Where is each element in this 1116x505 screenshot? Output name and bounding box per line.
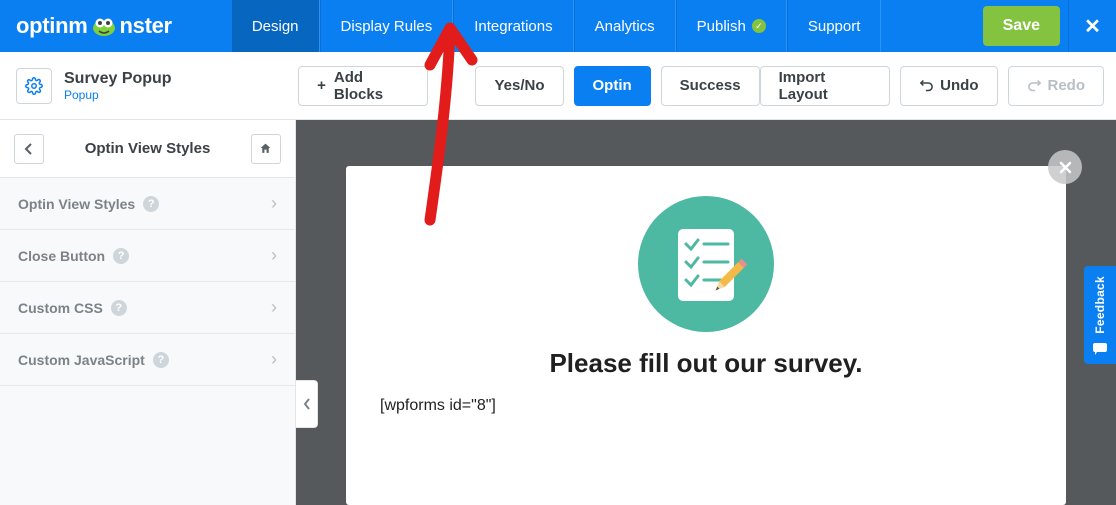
plus-icon: + [317, 77, 326, 94]
toolbar: Survey Popup Popup + Add Blocks Yes/No O… [0, 52, 1116, 120]
popup-preview[interactable]: Please fill out our survey. [wpforms id=… [346, 166, 1066, 505]
home-icon [259, 142, 272, 155]
view-optin-button[interactable]: Optin [574, 66, 651, 106]
check-icon: ✓ [752, 19, 766, 33]
preview-canvas: Please fill out our survey. [wpforms id=… [296, 120, 1116, 505]
chevron-right-icon: › [271, 349, 277, 370]
sidebar-item-label: Optin View Styles ? [18, 196, 159, 212]
view-success-button[interactable]: Success [661, 66, 760, 106]
save-button[interactable]: Save [983, 6, 1060, 46]
tab-analytics[interactable]: Analytics [574, 0, 676, 52]
tab-integrations[interactable]: Integrations [453, 0, 573, 52]
survey-checklist-icon [636, 194, 776, 334]
chevron-right-icon: › [271, 297, 277, 318]
top-right-actions: Save ✕ [975, 0, 1116, 52]
undo-button[interactable]: Undo [900, 66, 997, 106]
sidebar-back-button[interactable] [14, 134, 44, 164]
close-builder-button[interactable]: ✕ [1068, 0, 1116, 52]
logo-text-2: nster [120, 13, 172, 39]
redo-button[interactable]: Redo [1008, 66, 1105, 106]
campaign-title: Survey Popup [64, 69, 172, 88]
tab-support[interactable]: Support [787, 0, 882, 52]
sidebar-item-close-button[interactable]: Close Button ? › [0, 230, 295, 282]
main-area: Optin View Styles Optin View Styles ? › … [0, 120, 1116, 505]
gear-icon [25, 77, 43, 95]
logo: optinm nster [16, 13, 172, 39]
chevron-right-icon: › [271, 245, 277, 266]
top-navigation: optinm nster Design Display Rules Integr… [0, 0, 1116, 52]
sidebar-item-optin-view-styles[interactable]: Optin View Styles ? › [0, 178, 295, 230]
sidebar-item-label: Custom JavaScript ? [18, 352, 169, 368]
monster-icon [90, 15, 118, 37]
chevron-left-icon [24, 143, 34, 155]
sidebar-item-label: Close Button ? [18, 248, 129, 264]
chevron-left-icon [303, 398, 311, 410]
sidebar-item-label: Custom CSS ? [18, 300, 127, 316]
popup-close-button[interactable] [1048, 150, 1082, 184]
campaign-title-block: Survey Popup Popup [16, 68, 290, 104]
close-icon [1058, 160, 1073, 175]
settings-sidebar: Optin View Styles Optin View Styles ? › … [0, 120, 296, 505]
sidebar-item-custom-css[interactable]: Custom CSS ? › [0, 282, 295, 334]
import-layout-button[interactable]: Import Layout [760, 66, 891, 106]
add-blocks-button[interactable]: + Add Blocks [298, 66, 428, 106]
help-icon[interactable]: ? [143, 196, 159, 212]
popup-hero-icon-wrap [380, 194, 1032, 334]
campaign-type[interactable]: Popup [64, 88, 172, 102]
popup-shortcode[interactable]: [wpforms id="8"] [380, 397, 1032, 415]
help-icon[interactable]: ? [113, 248, 129, 264]
campaign-settings-button[interactable] [16, 68, 52, 104]
logo-text-1: optinm [16, 13, 88, 39]
tab-display-rules[interactable]: Display Rules [320, 0, 454, 52]
chevron-right-icon: › [271, 193, 277, 214]
top-tabs: Design Display Rules Integrations Analyt… [232, 0, 882, 52]
help-icon[interactable]: ? [111, 300, 127, 316]
help-icon[interactable]: ? [153, 352, 169, 368]
feedback-tab[interactable]: Feedback [1084, 266, 1116, 364]
redo-icon [1027, 78, 1042, 93]
sidebar-home-button[interactable] [251, 134, 281, 164]
tab-publish[interactable]: Publish ✓ [676, 0, 787, 52]
chat-icon [1092, 342, 1108, 356]
undo-icon [919, 78, 934, 93]
tab-design[interactable]: Design [232, 0, 320, 52]
popup-heading[interactable]: Please fill out our survey. [380, 348, 1032, 379]
feedback-label: Feedback [1093, 276, 1107, 334]
collapse-sidebar-button[interactable] [296, 380, 318, 428]
sidebar-item-custom-javascript[interactable]: Custom JavaScript ? › [0, 334, 295, 386]
sidebar-header: Optin View Styles [0, 120, 295, 178]
sidebar-title: Optin View Styles [85, 140, 211, 157]
view-yesno-button[interactable]: Yes/No [475, 66, 563, 106]
close-icon: ✕ [1084, 14, 1101, 39]
